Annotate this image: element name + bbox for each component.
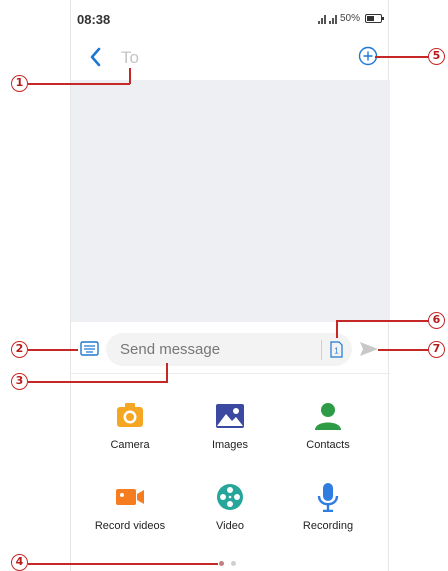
- attachment-label: Images: [211, 439, 249, 451]
- message-placeholder: Send message: [120, 341, 221, 358]
- page-dot-active[interactable]: [219, 561, 224, 566]
- status-icons: 50%: [317, 13, 384, 24]
- callout-line-6-v: [336, 320, 338, 338]
- keyboard-icon[interactable]: [80, 341, 99, 356]
- conversation-area: [71, 80, 390, 322]
- sim-card-icon[interactable]: 1: [330, 341, 343, 358]
- callout-line-2: [28, 349, 78, 351]
- recipient-field[interactable]: To: [121, 48, 139, 68]
- callout-2: 2: [11, 341, 28, 358]
- message-composer: Send message 1: [71, 322, 390, 374]
- message-input[interactable]: Send message 1: [106, 333, 352, 366]
- callout-line-7: [378, 349, 429, 351]
- battery-percent: 50%: [339, 13, 360, 24]
- callout-6: 6: [428, 312, 445, 329]
- callout-line-1-v: [129, 68, 131, 84]
- attachment-label: Video: [216, 520, 244, 532]
- send-icon[interactable]: [359, 341, 379, 357]
- callout-5: 5: [428, 48, 445, 65]
- input-divider: [321, 340, 322, 360]
- page-indicator: [219, 561, 236, 566]
- callout-4: 4: [11, 554, 28, 571]
- compose-header: To: [71, 36, 390, 80]
- callout-line-5: [375, 56, 429, 58]
- callout-line-1: [28, 83, 130, 85]
- film-reel-icon: [217, 484, 243, 510]
- phone-screen: 08:38 50% To Send message 1 Camera Image…: [70, 0, 390, 571]
- status-time: 08:38: [77, 12, 111, 27]
- signal-icon-2: [328, 14, 337, 24]
- signal-icon: [317, 14, 326, 24]
- callout-line-3: [28, 381, 168, 383]
- images-icon: [216, 404, 244, 428]
- callout-line-6: [336, 320, 429, 322]
- callout-1: 1: [11, 75, 28, 92]
- camera-icon: [117, 403, 143, 427]
- video-camera-icon: [116, 489, 144, 505]
- attachment-label: Record videos: [94, 520, 166, 532]
- screenshot-stage: 08:38 50% To Send message 1 Camera Image…: [0, 0, 448, 571]
- contact-icon: [315, 403, 341, 430]
- status-bar: 08:38 50%: [71, 0, 390, 36]
- page-dot[interactable]: [231, 561, 236, 566]
- callout-7: 7: [428, 341, 445, 358]
- battery-icon: [365, 14, 384, 23]
- attachment-label: Contacts: [306, 439, 350, 451]
- callout-line-3-v: [166, 363, 168, 382]
- attachment-label: Recording: [302, 520, 354, 532]
- microphone-icon: [317, 483, 339, 512]
- callout-line-4: [28, 563, 218, 565]
- chevron-left-icon[interactable]: [87, 45, 105, 69]
- callout-3: 3: [11, 373, 28, 390]
- attachment-label: Camera: [110, 439, 150, 451]
- sim-label: 1: [334, 347, 339, 356]
